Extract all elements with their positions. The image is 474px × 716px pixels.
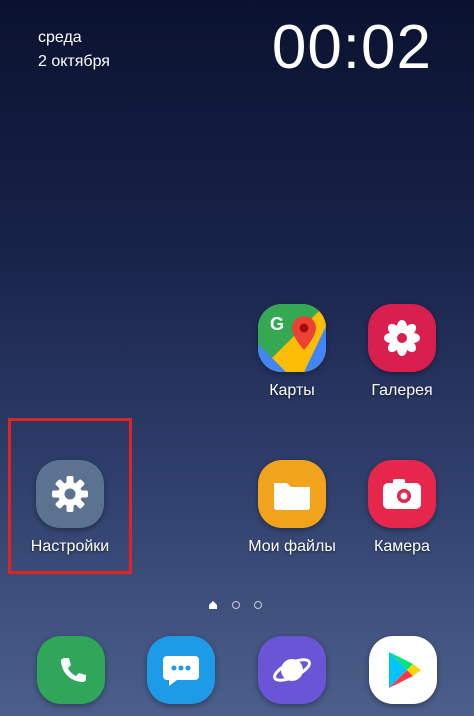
app-maps[interactable]: G Карты (232, 304, 352, 400)
app-camera[interactable]: Камера (342, 460, 462, 556)
maps-icon: G (258, 304, 326, 372)
app-label-maps: Карты (269, 382, 315, 399)
play-store-icon[interactable] (369, 636, 437, 704)
app-gallery[interactable]: Галерея (342, 304, 462, 400)
highlight-box (8, 418, 132, 574)
clock-widget[interactable]: 00:02 (272, 12, 432, 83)
app-label-gallery: Галерея (371, 382, 433, 399)
app-label-camera: Камера (374, 538, 430, 555)
page-dot[interactable] (232, 601, 240, 609)
svg-text:G: G (270, 314, 284, 334)
messages-icon[interactable] (147, 636, 215, 704)
page-indicator[interactable] (208, 600, 262, 610)
dock (0, 632, 474, 716)
day-of-week: среда (38, 29, 82, 46)
app-my-files[interactable]: Мои файлы (232, 460, 352, 556)
page-dot[interactable] (254, 601, 262, 609)
camera-icon (368, 460, 436, 528)
home-page-indicator-icon[interactable] (208, 600, 218, 610)
app-label-my-files: Мои файлы (248, 538, 336, 555)
date-widget[interactable]: среда 2 октября (38, 26, 110, 74)
phone-icon[interactable] (37, 636, 105, 704)
planet-icon[interactable] (258, 636, 326, 704)
folder-icon (258, 460, 326, 528)
flower-icon (368, 304, 436, 372)
date-text: 2 октября (38, 53, 110, 70)
